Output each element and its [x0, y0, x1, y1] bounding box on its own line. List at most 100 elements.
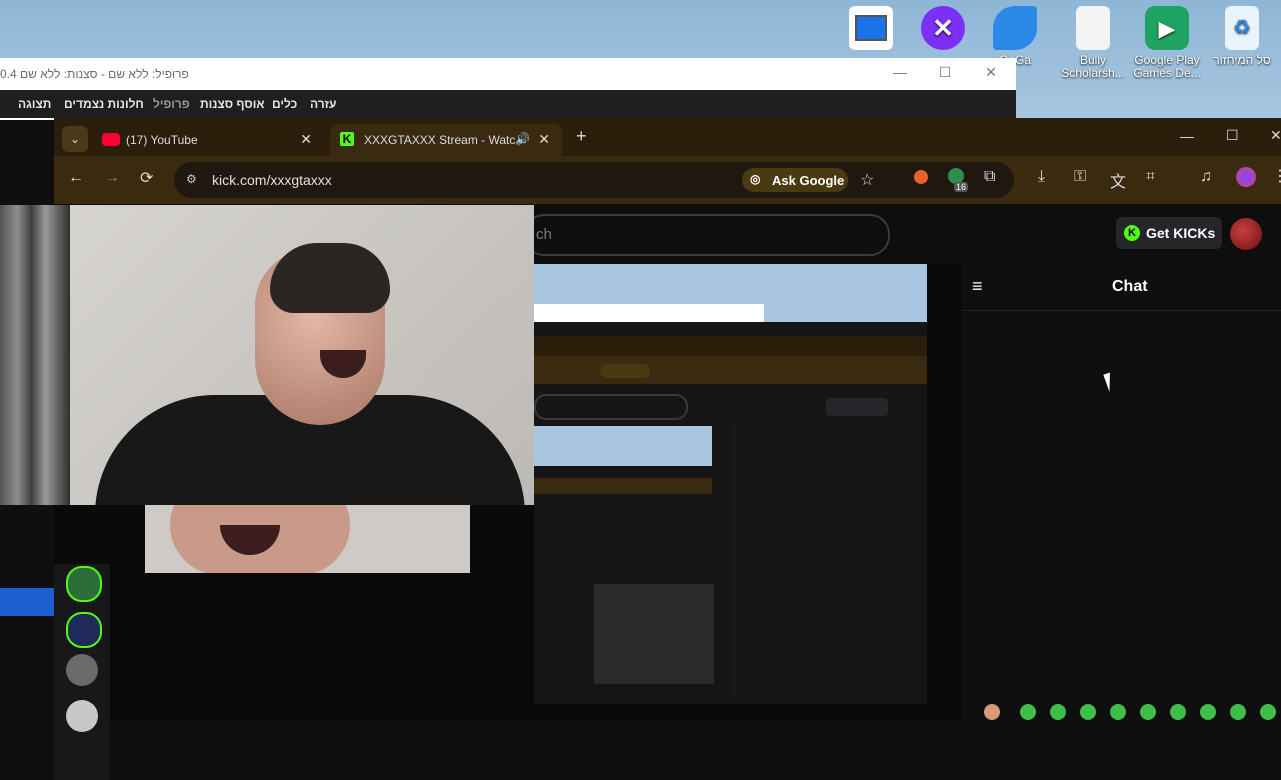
password-key-icon[interactable]: ⚿ — [1074, 168, 1086, 186]
maximize-icon[interactable]: ☐ — [1226, 127, 1239, 144]
speaker-icon[interactable]: 🔊 — [515, 132, 530, 146]
media-control-icon[interactable]: ♫ — [1200, 168, 1212, 186]
get-kicks-button[interactable]: K Get KICKs — [1116, 217, 1222, 249]
streamer-hair — [270, 243, 390, 313]
extension-icon[interactable] — [914, 170, 928, 184]
obs-window: 0.4 פרופיל: ללא שם - סצנות: ללא שם — ☐ ✕… — [0, 58, 1016, 120]
site-info-icon[interactable]: ⚙ — [186, 172, 197, 186]
youtube-icon — [102, 133, 120, 146]
chat-title: Chat — [1112, 278, 1148, 295]
maximize-icon[interactable]: ☐ — [933, 64, 957, 84]
emote-icon — [1110, 704, 1126, 720]
bookmark-star-icon[interactable]: ☆ — [860, 170, 874, 190]
channel-sidebar — [54, 564, 110, 780]
play-games-icon: ▶ — [1145, 6, 1189, 50]
desktop-icon-label: Google Play Games De... — [1133, 53, 1201, 80]
tab-title: (17) YouTube — [126, 133, 198, 147]
close-tab-icon[interactable]: ✕ — [300, 131, 312, 148]
emote-icon — [1260, 704, 1276, 720]
menu-kebab-icon[interactable]: ⋮ — [1272, 166, 1281, 186]
minimize-icon[interactable]: — — [888, 64, 912, 84]
channel-avatar[interactable] — [66, 566, 102, 602]
tab-title: XXXGTAXXX Stream - Watc — [364, 133, 516, 147]
close-tab-icon[interactable]: ✕ — [538, 131, 550, 148]
nested-tab-strip — [534, 336, 927, 356]
obs-title: פרופיל: ללא שם - סצנות: ללא שם — [20, 67, 189, 81]
close-icon[interactable]: ✕ — [979, 64, 1003, 84]
profile-avatar-icon[interactable] — [1236, 167, 1256, 187]
translate-icon[interactable]: 文 — [1110, 168, 1126, 192]
url-text: kick.com/xxxgtaxxx — [212, 172, 332, 188]
tab-youtube[interactable]: (17) YouTube ✕ — [92, 124, 324, 156]
ask-google-button[interactable]: ◎ Ask Google — [742, 168, 848, 192]
obs-titlebar: 0.4 פרופיל: ללא שם - סצנות: ללא שם — ☐ ✕ — [0, 58, 1016, 90]
emote-icon — [1200, 704, 1216, 720]
emote-icon — [1230, 704, 1246, 720]
search-input[interactable]: ch — [524, 214, 890, 256]
address-bar[interactable]: ⚙ kick.com/xxxgtaxxx ◎ Ask Google ☆ — [174, 162, 1014, 198]
nested-desktop-2 — [534, 426, 712, 466]
extensions-puzzle-icon[interactable]: ⧉ — [984, 168, 995, 186]
desktop-icon-label: Bully Scholarsh... — [1061, 53, 1125, 80]
window-icon — [849, 6, 893, 50]
emote-icon — [1170, 704, 1186, 720]
webcam-overlay — [0, 205, 534, 505]
desktop-icon[interactable]: Bully Scholarsh... — [1058, 6, 1128, 90]
toolbar: ← → ⟳ ⚙ kick.com/xxxgtaxxx ◎ Ask Google … — [54, 156, 1281, 204]
tab-search-button[interactable]: ⌄ — [62, 126, 88, 152]
collapse-chat-icon[interactable]: ≡ — [972, 276, 990, 296]
obs-title-prefix: 0.4 — [0, 67, 17, 81]
menu-tools[interactable]: כלים — [272, 97, 297, 111]
x-app-icon: ✕ — [921, 6, 965, 50]
desktop-icon[interactable]: ▶ Google Play Games De... — [1132, 6, 1202, 90]
tab-kick-stream[interactable]: K XXXGTAXXX Stream - Watc 🔊 ✕ — [330, 124, 562, 156]
nested-search — [534, 394, 688, 420]
curtain — [0, 205, 70, 505]
channel-avatar[interactable] — [66, 612, 102, 648]
bird-app-icon — [993, 6, 1037, 50]
obs-menubar: עזרה כלים אוסף סצנות פרופיל חלונות נצמדי… — [0, 90, 1016, 118]
emote-icon — [1050, 704, 1066, 720]
minimize-icon[interactable]: — — [1180, 128, 1194, 144]
nested-ask-google — [600, 364, 650, 378]
reload-icon[interactable]: ⟳ — [140, 168, 153, 188]
tab-strip: ⌄ (17) YouTube ✕ K XXXGTAXXX Stream - Wa… — [54, 118, 1281, 156]
ask-google-label: Ask Google — [772, 173, 845, 188]
new-tab-button[interactable]: + — [576, 126, 587, 147]
recycle-bin-icon: ♻ — [1225, 6, 1259, 50]
kick-icon: K — [340, 132, 354, 146]
menu-profile[interactable]: פרופיל — [153, 97, 190, 111]
nested-toolbar-2 — [534, 478, 712, 494]
nested-chat-border — [734, 424, 735, 694]
back-icon[interactable]: ← — [68, 169, 84, 187]
channel-avatar[interactable] — [66, 700, 98, 732]
emote-icon — [984, 704, 1000, 720]
nested-toolbar — [534, 356, 927, 384]
obs-selected-row — [0, 588, 54, 616]
document-icon — [1076, 6, 1110, 50]
get-kicks-label: Get KICKs — [1146, 225, 1216, 241]
emote-icon — [1020, 704, 1036, 720]
nested-get-kicks — [826, 398, 888, 416]
nested-stream-3 — [594, 584, 714, 684]
chat-header: ≡ Chat — [962, 264, 1281, 311]
menu-view[interactable]: תצוגה — [18, 97, 51, 111]
lens-icon: ◎ — [750, 172, 761, 186]
menu-scene-collection[interactable]: אוסף סצנות — [200, 97, 265, 111]
nested-obs-window — [534, 304, 764, 322]
channel-avatar[interactable] — [66, 654, 98, 686]
user-avatar[interactable] — [1230, 218, 1262, 250]
desktop-icon[interactable]: ♻ סל המיחזור — [1207, 6, 1277, 90]
emote-icon — [1080, 704, 1096, 720]
extension-badge: 16 — [954, 182, 969, 192]
desktop-icon-label: סל המיחזור — [1213, 53, 1271, 67]
forward-icon[interactable]: → — [104, 169, 120, 187]
search-placeholder: ch — [536, 226, 552, 243]
menu-docks[interactable]: חלונות נצמדים — [64, 97, 144, 111]
close-window-icon[interactable]: ✕ — [1270, 127, 1281, 144]
kicks-coin-icon: K — [1124, 225, 1140, 241]
webcam-overlay-nested — [145, 505, 470, 573]
screenshot-icon[interactable]: ⌗ — [1146, 168, 1155, 186]
menu-help[interactable]: עזרה — [310, 97, 336, 111]
download-icon[interactable]: ⤓ — [1038, 168, 1045, 186]
